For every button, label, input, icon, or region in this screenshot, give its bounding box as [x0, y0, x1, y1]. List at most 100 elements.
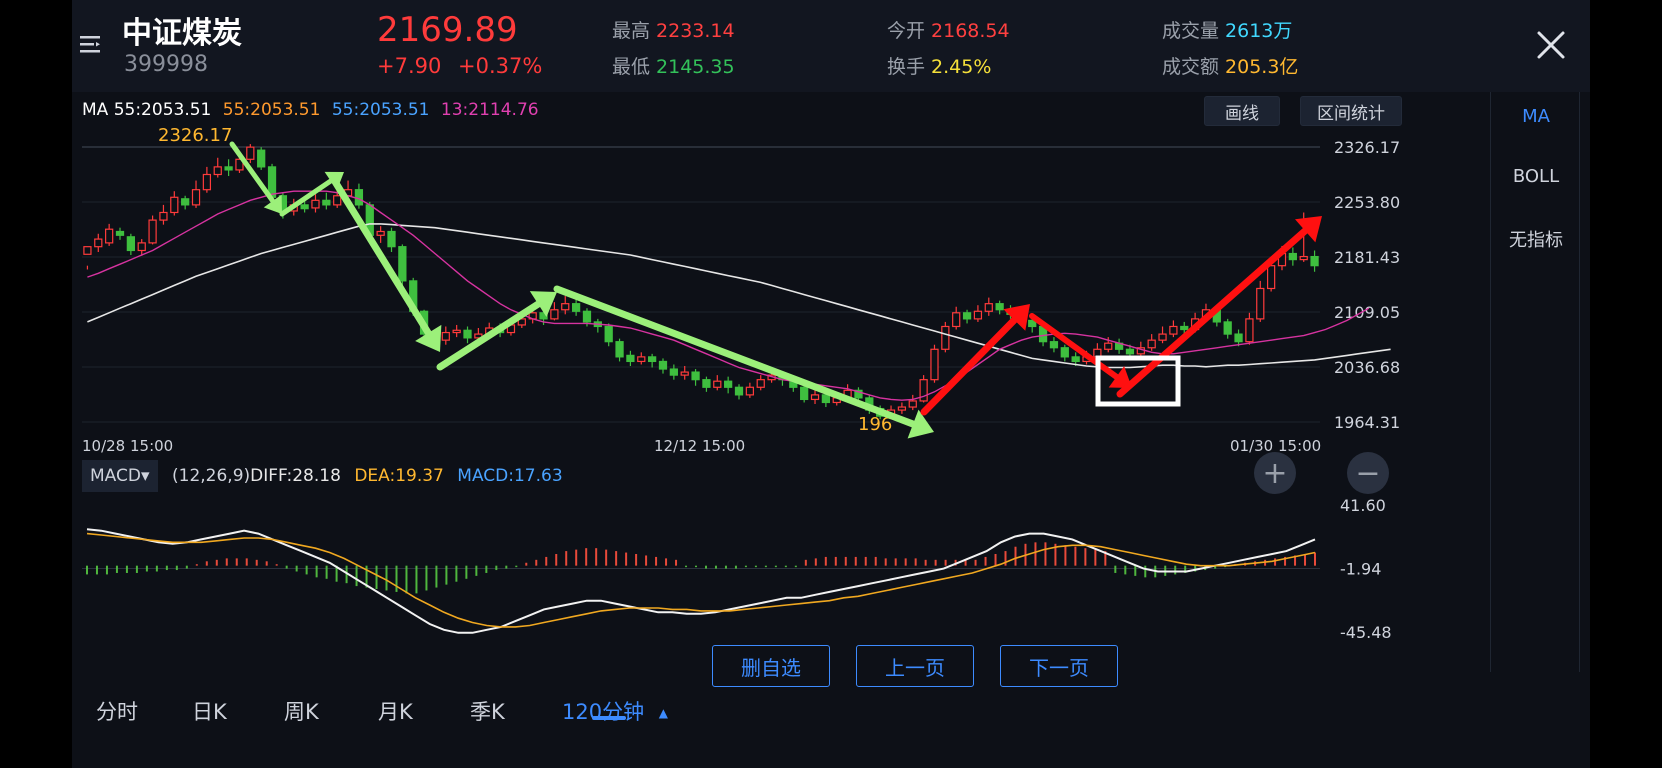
- candle: [1256, 280, 1265, 322]
- candle: [441, 326, 450, 345]
- candle: [170, 191, 179, 216]
- zoom-out-button[interactable]: −: [1347, 452, 1389, 494]
- candle: [756, 375, 765, 391]
- candle-body: [1267, 265, 1276, 290]
- candle-body: [648, 356, 657, 363]
- candle: [1288, 247, 1297, 266]
- macd-legend: (12,26,9)DIFF:28.18 DEA:19.37 MACD:17.63: [172, 466, 563, 486]
- candle-body: [1104, 342, 1113, 350]
- zoom-in-button[interactable]: +: [1254, 452, 1296, 494]
- candle: [724, 376, 733, 394]
- candle: [745, 382, 754, 398]
- candle: [734, 384, 744, 400]
- arrow-shaft: [330, 176, 432, 337]
- candle-body: [191, 189, 201, 206]
- indicator-selector[interactable]: MACD▾: [82, 460, 158, 492]
- candle-body: [115, 230, 125, 236]
- candle: [702, 376, 711, 392]
- candle: [257, 147, 266, 170]
- candle: [713, 375, 722, 391]
- candle-body: [941, 325, 950, 350]
- remove-watchlist-button[interactable]: 删自选: [712, 645, 830, 687]
- tab-week-k[interactable]: 周K: [284, 696, 319, 726]
- candle: [354, 183, 364, 209]
- candle-body: [387, 230, 396, 248]
- candle: [973, 305, 983, 322]
- kline-chart-area: MA 55:2053.51 55:2053.51 55:2053.51 13:2…: [72, 92, 1490, 672]
- candle-body: [94, 238, 103, 248]
- price-change: +7.90 +0.37%: [377, 54, 542, 78]
- candle: [810, 390, 820, 404]
- tab-day-k[interactable]: 日K: [192, 696, 227, 726]
- dropdown-arrow-icon: ▲: [658, 706, 669, 720]
- candle: [246, 144, 255, 164]
- next-page-button[interactable]: 下一页: [1000, 645, 1118, 687]
- candle: [897, 402, 907, 414]
- candle-body: [1147, 339, 1156, 349]
- stat-open-value: 2168.54: [931, 20, 1010, 42]
- active-tab-indicator: [592, 716, 626, 720]
- tab-120min[interactable]: 120分钟 ▲: [562, 696, 668, 726]
- tab-season-k[interactable]: 季K: [470, 696, 505, 726]
- candle-body: [83, 246, 92, 255]
- candle: [908, 394, 917, 411]
- candle: [1310, 250, 1319, 272]
- prev-page-button[interactable]: 上一页: [856, 645, 974, 687]
- candle: [604, 323, 613, 347]
- candle: [322, 192, 331, 210]
- stat-open: 今开 2168.54: [887, 16, 1010, 43]
- stat-volume: 成交量 2613万: [1162, 16, 1292, 43]
- candle-body: [626, 354, 635, 363]
- candle-body: [1049, 341, 1059, 349]
- candle-body: [333, 195, 342, 206]
- price-axis-tick: 2109.05: [1334, 303, 1400, 322]
- candle-body: [1060, 347, 1069, 358]
- close-icon[interactable]: [1534, 28, 1568, 62]
- tab-intraday[interactable]: 分时: [96, 696, 138, 726]
- candle: [1147, 334, 1156, 351]
- candle: [637, 352, 646, 365]
- candle-body: [1180, 325, 1189, 331]
- candle-body: [1299, 255, 1308, 261]
- last-price: 2169.89: [377, 10, 518, 50]
- candle-body: [658, 360, 668, 370]
- side-item-none[interactable]: 无指标: [1491, 226, 1581, 252]
- stat-high-label: 最高: [612, 20, 651, 42]
- candle-body: [441, 331, 450, 341]
- candle: [202, 166, 212, 193]
- candle-body: [745, 386, 754, 396]
- period-high-label: 2326.17: [158, 125, 232, 146]
- kline-chart[interactable]: 2326.17 2253.80 2181.43 2109.05 2036.68 1964.…: [72, 92, 1490, 672]
- candle-body: [582, 310, 592, 323]
- candle-body: [800, 386, 809, 401]
- candle: [919, 375, 928, 403]
- tab-month-k[interactable]: 月K: [378, 696, 413, 726]
- arrow-shaft: [1029, 313, 1120, 380]
- side-item-ma[interactable]: MA: [1491, 106, 1581, 127]
- indicator-side-panel: MA BOLL 无指标: [1490, 92, 1580, 672]
- arrow-shaft: [436, 300, 542, 371]
- candle: [126, 233, 135, 256]
- candle-body: [669, 368, 678, 376]
- change-percent: +0.37%: [458, 54, 543, 78]
- side-item-boll[interactable]: BOLL: [1491, 166, 1581, 187]
- candle: [94, 233, 103, 253]
- candle: [1060, 344, 1069, 362]
- candle: [658, 358, 668, 374]
- stat-amount-value: 205.3亿: [1225, 56, 1299, 78]
- candle-body: [148, 219, 157, 244]
- stat-turnover-value: 2.45%: [931, 56, 992, 78]
- candle-body: [691, 371, 700, 381]
- menu-icon[interactable]: [78, 30, 106, 58]
- candle: [648, 353, 657, 368]
- macd-axis-tick: -45.48: [1340, 623, 1392, 642]
- candle-body: [1071, 356, 1080, 363]
- candle-body: [181, 198, 190, 206]
- candle-body: [713, 380, 722, 388]
- candle: [680, 365, 689, 380]
- candle: [550, 302, 559, 321]
- candle-body: [170, 196, 179, 214]
- candle-body: [224, 166, 233, 171]
- time-axis-label: 10/28 15:00: [82, 437, 173, 455]
- macd-value: MACD:17.63: [457, 466, 563, 486]
